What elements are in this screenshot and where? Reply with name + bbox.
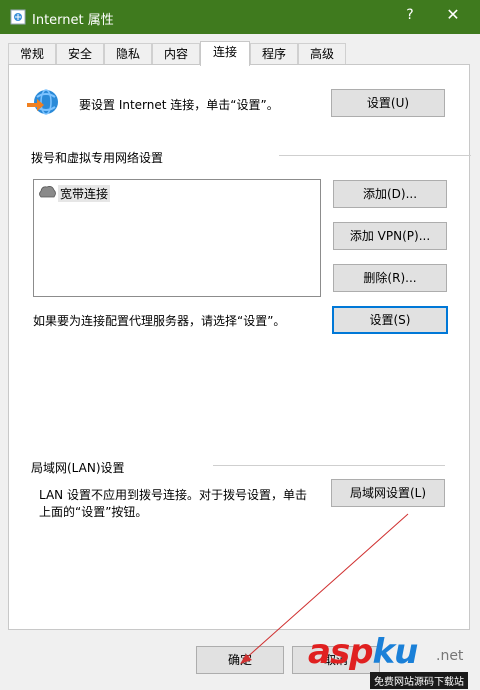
tab-content[interactable]: 内容	[152, 43, 200, 64]
watermark-brand: aspku	[308, 632, 418, 672]
add-button[interactable]: 添加(D)...	[333, 180, 447, 208]
internet-globe-icon	[27, 89, 58, 115]
connection-list[interactable]: 宽带连接	[33, 179, 321, 297]
tab-general[interactable]: 常规	[8, 43, 56, 64]
dialup-separator	[279, 155, 471, 156]
ok-button[interactable]: 确定	[196, 646, 284, 674]
lan-description-line1: LAN 设置不应用到拨号连接。对于拨号设置，单击	[39, 488, 307, 502]
watermark-logo: aspku .net 免费网站源码下载站	[308, 632, 478, 689]
window-title: Internet 属性	[32, 13, 114, 28]
lan-heading: 局域网(LAN)设置	[31, 461, 125, 475]
internet-options-icon	[10, 9, 26, 25]
tab-security[interactable]: 安全	[56, 43, 104, 64]
setup-button[interactable]: 设置(U)	[331, 89, 445, 117]
dialup-vpn-heading: 拨号和虚拟专用网络设置	[31, 151, 164, 165]
connection-settings-button[interactable]: 设置(S)	[332, 306, 448, 334]
title-bar: Internet 属性 ? ✕	[0, 0, 480, 34]
tab-advanced[interactable]: 高级	[298, 43, 346, 64]
watermark-domain: .net	[436, 648, 464, 664]
setup-connection-text: 要设置 Internet 连接，单击“设置”。	[79, 98, 279, 112]
help-button[interactable]: ?	[398, 7, 422, 23]
tab-connections[interactable]: 连接	[200, 41, 250, 66]
remove-button[interactable]: 删除(R)...	[333, 264, 447, 292]
connections-panel: 要设置 Internet 连接，单击“设置”。 设置(U) 拨号和虚拟专用网络设…	[8, 64, 471, 630]
lan-description-line2: 上面的“设置”按钮。	[39, 505, 148, 519]
lan-settings-button[interactable]: 局域网设置(L)	[331, 479, 445, 507]
lan-separator	[213, 465, 445, 466]
tab-programs[interactable]: 程序	[250, 43, 298, 64]
proxy-settings-text: 如果要为连接配置代理服务器，请选择“设置”。	[33, 314, 286, 328]
list-item-label: 宽带连接	[58, 185, 111, 202]
broadband-connection-icon	[39, 186, 56, 198]
tab-privacy[interactable]: 隐私	[104, 43, 152, 64]
add-vpn-button[interactable]: 添加 VPN(P)...	[333, 222, 447, 250]
watermark-slogan: 免费网站源码下载站	[370, 672, 468, 689]
close-button[interactable]: ✕	[438, 5, 468, 24]
